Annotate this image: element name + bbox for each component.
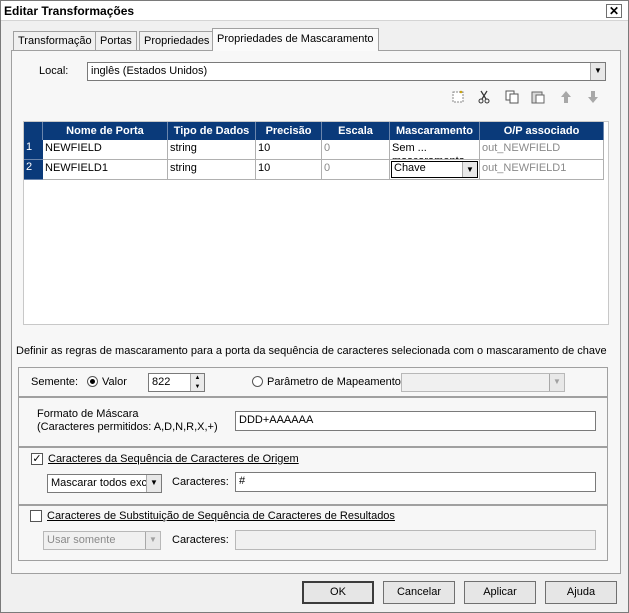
- cell-precision[interactable]: 10: [256, 140, 322, 160]
- grid-corner: [24, 122, 43, 140]
- cell-scale[interactable]: 0: [322, 140, 390, 160]
- source-chars-input[interactable]: #: [235, 472, 596, 492]
- mask-format-input[interactable]: DDD+AAAAAA: [235, 411, 596, 431]
- seed-value-radio[interactable]: [87, 376, 98, 387]
- row-header-1[interactable]: 1: [24, 140, 43, 160]
- chevron-down-icon: ▼: [590, 63, 605, 80]
- result-chars-label: Caracteres de Substituição de Sequência …: [47, 510, 395, 522]
- cell-port-name[interactable]: NEWFIELD: [43, 140, 168, 160]
- cell-masking[interactable]: Sem ... mascaramento: [390, 140, 480, 160]
- locale-label: Local:: [39, 65, 69, 77]
- cell-masking[interactable]: Chave ▼: [390, 160, 480, 180]
- apply-button[interactable]: Aplicar: [464, 581, 536, 604]
- move-down-icon[interactable]: [584, 90, 602, 108]
- cell-scale[interactable]: 0: [322, 160, 390, 180]
- chevron-down-icon: ▼: [146, 475, 161, 492]
- close-button[interactable]: ✕: [606, 4, 622, 18]
- column-header-scale[interactable]: Escala: [322, 122, 390, 140]
- cell-port-name[interactable]: NEWFIELD1: [43, 160, 168, 180]
- new-icon[interactable]: [449, 90, 467, 108]
- chevron-down-icon: ▼: [145, 532, 160, 549]
- source-chars-checkbox[interactable]: ✓: [31, 453, 43, 465]
- tab-properties[interactable]: Propriedades: [139, 31, 215, 50]
- mapping-parameter-select[interactable]: ▼: [401, 373, 565, 392]
- ports-grid[interactable]: Nome de Porta Tipo de Dados Precisão Esc…: [23, 121, 609, 325]
- copy-icon[interactable]: [503, 90, 521, 108]
- result-chars-input[interactable]: [235, 530, 596, 550]
- title-bar: Editar Transformações ✕: [1, 1, 628, 21]
- seed-value-input[interactable]: 822 ▲ ▼: [148, 373, 205, 392]
- masking-type-select[interactable]: Chave ▼: [391, 161, 478, 178]
- source-chars-chars-label: Caracteres:: [172, 476, 229, 488]
- column-header-port-name[interactable]: Nome de Porta: [43, 122, 168, 140]
- edit-transformations-dialog: Editar Transformações ✕ Transformação Po…: [0, 0, 629, 613]
- chevron-down-icon: ▼: [462, 162, 477, 177]
- mapping-parameter-radio[interactable]: [252, 376, 263, 387]
- locale-select[interactable]: inglês (Estados Unidos) ▼: [87, 62, 606, 81]
- result-chars-checkbox[interactable]: [30, 510, 42, 522]
- paste-icon[interactable]: [529, 90, 547, 108]
- tab-masking-properties[interactable]: Propriedades de Mascaramento: [212, 28, 379, 51]
- cell-associated-output: out_NEWFIELD1: [480, 160, 604, 180]
- seed-spinner[interactable]: ▲ ▼: [190, 374, 204, 391]
- window-title: Editar Transformações: [4, 4, 135, 18]
- help-button[interactable]: Ajuda: [545, 581, 617, 604]
- row-header-2[interactable]: 2: [24, 160, 43, 180]
- rules-description: Definir as regras de mascaramento para a…: [16, 345, 607, 357]
- column-header-masking[interactable]: Mascaramento: [390, 122, 480, 140]
- tab-ports[interactable]: Portas: [95, 31, 137, 50]
- cell-associated-output: out_NEWFIELD: [480, 140, 604, 160]
- source-chars-label: Caracteres da Sequência de Caracteres de…: [48, 453, 299, 465]
- cut-icon[interactable]: [475, 90, 493, 108]
- locale-value: inglês (Estados Unidos): [91, 65, 208, 77]
- mask-format-label: Formato de Máscara: [37, 408, 139, 420]
- column-header-data-type[interactable]: Tipo de Dados: [168, 122, 256, 140]
- column-header-associated-output[interactable]: O/P associado: [480, 122, 604, 140]
- source-chars-mode-select[interactable]: Mascarar todos exc ▼: [47, 474, 162, 493]
- cell-data-type[interactable]: string: [168, 140, 256, 160]
- seed-value-option-label: Valor: [102, 376, 127, 388]
- cell-precision[interactable]: 10: [256, 160, 322, 180]
- masking-type-value: Chave: [394, 162, 426, 174]
- mapping-parameter-label: Parâmetro de Mapeamento: [267, 376, 401, 388]
- mask-format-hint: (Caracteres permitidos: A,D,N,R,X,+): [37, 421, 218, 433]
- chevron-down-icon: ▼: [549, 374, 564, 391]
- tab-transformation[interactable]: Transformação: [13, 31, 97, 50]
- column-header-precision[interactable]: Precisão: [256, 122, 322, 140]
- result-chars-chars-label: Caracteres:: [172, 534, 229, 546]
- close-icon: ✕: [608, 4, 620, 18]
- result-chars-mode-select[interactable]: Usar somente ▼: [43, 531, 161, 550]
- cancel-button[interactable]: Cancelar: [383, 581, 455, 604]
- move-up-icon[interactable]: [557, 90, 575, 108]
- ok-button[interactable]: OK: [302, 581, 374, 604]
- seed-value-text: 822: [152, 376, 171, 388]
- cell-data-type[interactable]: string: [168, 160, 256, 180]
- seed-label: Semente:: [31, 376, 79, 388]
